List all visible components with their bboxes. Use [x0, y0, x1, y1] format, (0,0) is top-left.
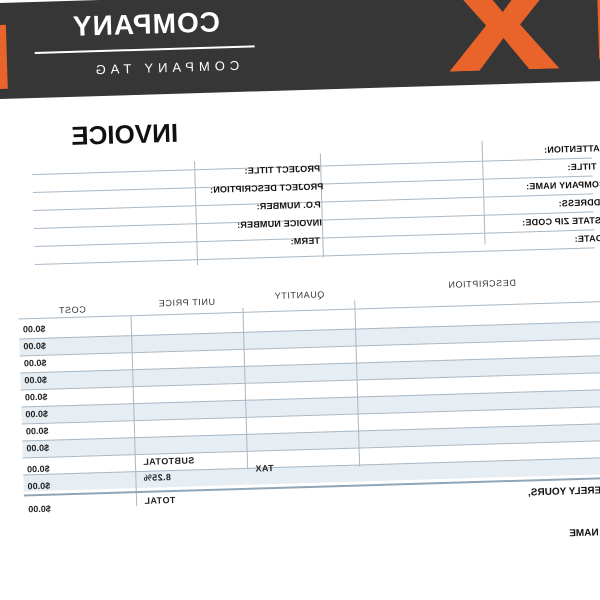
tax-rate: 8.25%: [143, 472, 172, 483]
row-cost: $0.00: [25, 425, 49, 437]
row-cost: $0.00: [22, 323, 46, 335]
table-row: [20, 354, 600, 390]
subtotal-value: $0.00: [26, 463, 50, 475]
field-label-company-name: COMPANY NAME:: [525, 179, 600, 192]
closing-sincerely: SINCERELY YOURS,: [527, 484, 600, 499]
subtotal-label: SUBTOTAL: [142, 455, 195, 467]
total-label: TOTAL: [143, 494, 176, 506]
column-header-description: DESCRIPTION: [447, 277, 517, 290]
field-label-invoice-number: INVOICE NUMBER:: [236, 217, 323, 231]
column-header-quantity: QUANTITY: [273, 289, 325, 301]
field-label-title: TITLE:: [567, 161, 597, 173]
field-label-po-number: P.O. NUMBER:: [256, 199, 321, 212]
field-label-attention: ATTENTION:: [543, 143, 600, 155]
field-label-term: TERM:: [290, 235, 321, 247]
field-label-project-description: PROJECT DESCRIPTION:: [209, 181, 324, 195]
total-value: $0.00: [28, 503, 51, 515]
info-rule: [34, 247, 595, 266]
row-cost: $0.00: [25, 408, 49, 420]
row-cost: $0.00: [23, 357, 47, 369]
column-header-unit-price: UNIT PRICE: [158, 296, 216, 309]
table-row: [22, 422, 600, 458]
info-divider: [481, 140, 486, 245]
table-row: [21, 388, 600, 424]
field-label-city-state-zip: CITY, STATE ZIP CODE:: [521, 214, 600, 228]
row-cost: $0.00: [23, 340, 47, 352]
page: COMPANY COMPANY TAG INVOICE PROJECT TITL…: [0, 0, 600, 600]
invoice-title: INVOICE: [70, 117, 179, 151]
table-row: [19, 320, 600, 356]
row-cost: $0.00: [24, 374, 48, 386]
row-cost: $0.00: [26, 442, 50, 454]
tax-value: $0.00: [27, 480, 51, 492]
field-label-address: ADDRESS:: [558, 197, 600, 209]
closing-name: YOUR NAME: [569, 526, 600, 540]
company-name: COMPANY: [71, 6, 221, 42]
row-cost: $0.00: [24, 391, 48, 403]
orange-x-logo-icon: [446, 0, 560, 72]
tax-label: TAX: [255, 463, 274, 474]
invoice-document: COMPANY COMPANY TAG INVOICE PROJECT TITL…: [0, 0, 600, 600]
column-header-cost: COST: [58, 304, 86, 316]
header-rule: [18, 300, 600, 320]
line-items-table: DESCRIPTION QUANTITY UNIT PRICE COST $0.…: [18, 275, 600, 514]
field-label-date: DATE:: [574, 233, 600, 245]
field-label-project-title: PROJECT TITLE:: [244, 163, 321, 176]
info-divider: [194, 161, 199, 266]
